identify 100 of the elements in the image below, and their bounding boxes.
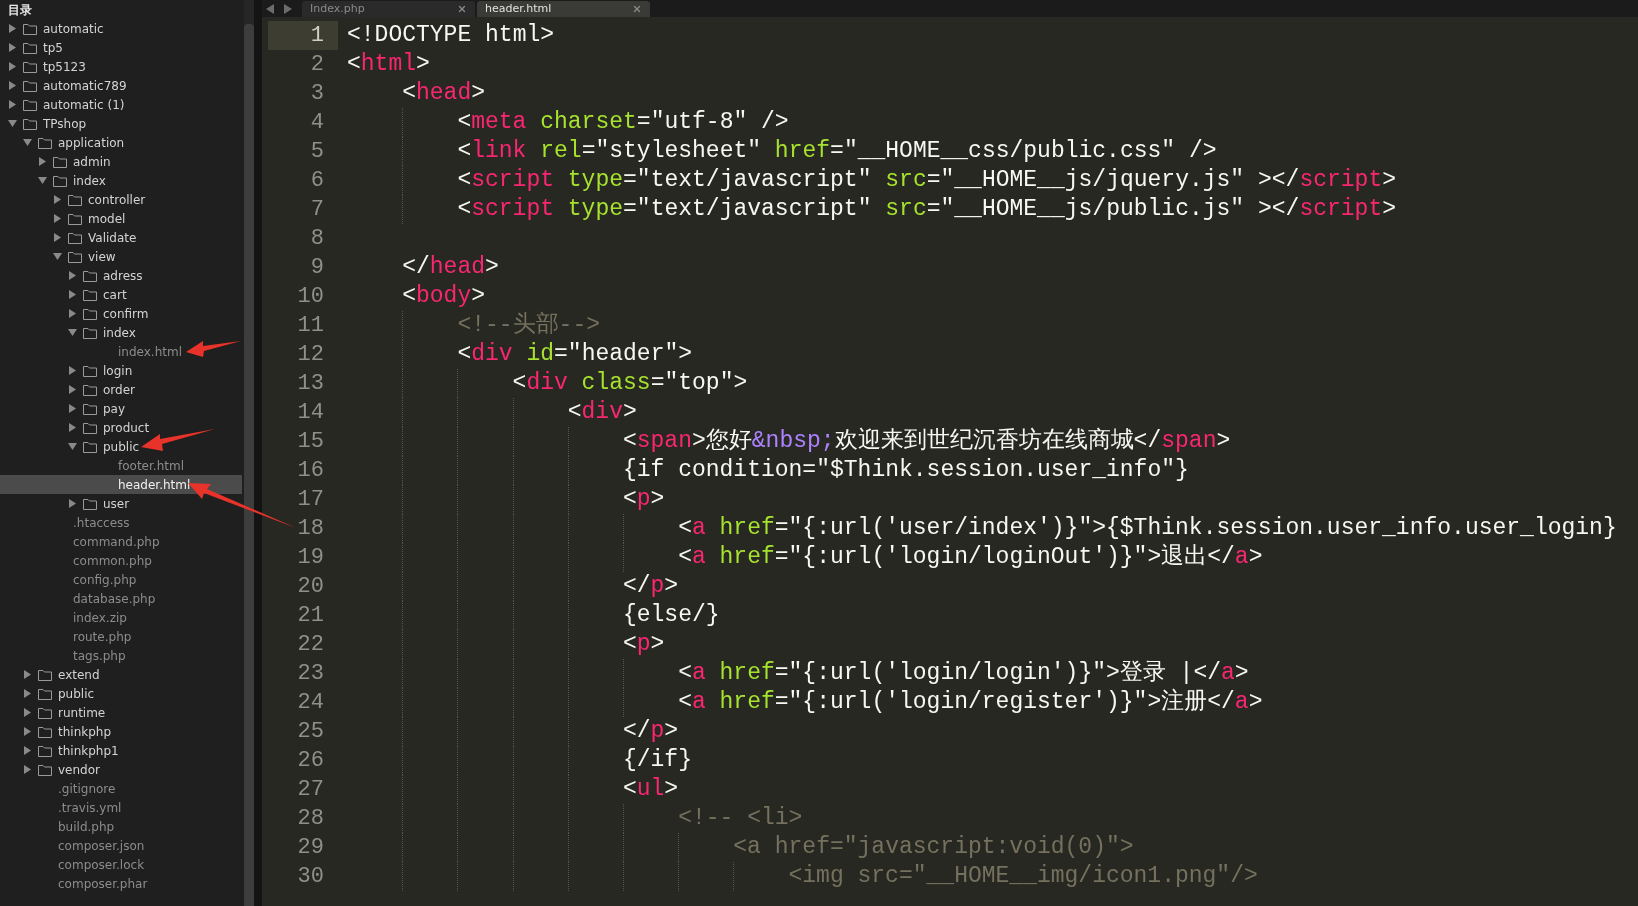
folder-row[interactable]: index	[0, 323, 242, 342]
file-row[interactable]: database.php	[0, 589, 242, 608]
close-icon[interactable]	[457, 4, 467, 14]
file-row[interactable]: header.html	[0, 475, 242, 494]
collapsed-arrow-icon[interactable]	[68, 423, 77, 432]
code-line: <p>	[622, 630, 665, 660]
folder-row[interactable]: user	[0, 494, 242, 513]
file-row[interactable]: .htaccess	[0, 513, 242, 532]
line-number: 8	[309, 225, 325, 253]
collapsed-arrow-icon[interactable]	[68, 290, 77, 299]
folder-row[interactable]: thinkphp1	[0, 741, 242, 760]
collapsed-arrow-icon[interactable]	[38, 157, 47, 166]
line-number: 29	[296, 834, 325, 862]
code-line: </p>	[622, 717, 679, 747]
collapsed-arrow-icon[interactable]	[68, 309, 77, 318]
folder-row[interactable]: Validate	[0, 228, 242, 247]
expanded-arrow-icon[interactable]	[38, 176, 47, 185]
folder-row[interactable]: public	[0, 437, 242, 456]
collapsed-arrow-icon[interactable]	[23, 727, 32, 736]
line-number: 23	[296, 660, 325, 688]
collapsed-arrow-icon[interactable]	[53, 233, 62, 242]
file-row[interactable]: config.php	[0, 570, 242, 589]
code-line: <!-- <li>	[678, 804, 803, 834]
collapsed-arrow-icon[interactable]	[68, 366, 77, 375]
folder-row[interactable]: controller	[0, 190, 242, 209]
file-row[interactable]: common.php	[0, 551, 242, 570]
folder-row[interactable]: model	[0, 209, 242, 228]
file-row[interactable]: build.php	[0, 817, 242, 836]
folder-row[interactable]: public	[0, 684, 242, 703]
file-row[interactable]: composer.phar	[0, 874, 242, 893]
editor-tab[interactable]: header.html	[477, 1, 650, 17]
folder-row[interactable]: login	[0, 361, 242, 380]
collapsed-arrow-icon[interactable]	[23, 689, 32, 698]
folder-row[interactable]: automatic789	[0, 76, 242, 95]
folder-row[interactable]: cart	[0, 285, 242, 304]
expanded-arrow-icon[interactable]	[8, 119, 17, 128]
file-row[interactable]: composer.json	[0, 836, 242, 855]
expanded-arrow-icon[interactable]	[23, 138, 32, 147]
collapsed-arrow-icon[interactable]	[68, 385, 77, 394]
collapsed-arrow-icon[interactable]	[68, 499, 77, 508]
folder-row[interactable]: thinkphp	[0, 722, 242, 741]
file-row[interactable]: .gitignore	[0, 779, 242, 798]
folder-row[interactable]: adress	[0, 266, 242, 285]
file-row[interactable]: .travis.yml	[0, 798, 242, 817]
collapsed-arrow-icon[interactable]	[53, 195, 62, 204]
collapsed-arrow-icon[interactable]	[8, 24, 17, 33]
folder-name: automatic	[43, 20, 104, 38]
folder-row[interactable]: pay	[0, 399, 242, 418]
folder-icon	[38, 744, 52, 757]
file-row[interactable]: tags.php	[0, 646, 242, 665]
folder-row[interactable]: admin	[0, 152, 242, 171]
folder-row[interactable]: tp5123	[0, 57, 242, 76]
collapsed-arrow-icon[interactable]	[8, 100, 17, 109]
folder-name: adress	[103, 267, 143, 285]
folder-icon	[23, 60, 37, 73]
folder-row[interactable]: automatic (1)	[0, 95, 242, 114]
collapsed-arrow-icon[interactable]	[23, 708, 32, 717]
folder-row[interactable]: automatic	[0, 19, 242, 38]
file-row[interactable]: route.php	[0, 627, 242, 646]
file-row[interactable]: command.php	[0, 532, 242, 551]
folder-row[interactable]: view	[0, 247, 242, 266]
folder-row[interactable]: product	[0, 418, 242, 437]
file-row[interactable]: composer.lock	[0, 855, 242, 874]
previous-tab-icon[interactable]	[266, 3, 275, 14]
close-icon[interactable]	[632, 4, 642, 14]
code-line: <meta charset="utf-8" />	[457, 108, 789, 138]
folder-name: login	[103, 362, 133, 380]
code-line: <body>	[402, 282, 486, 312]
collapsed-arrow-icon[interactable]	[23, 746, 32, 755]
next-tab-icon[interactable]	[283, 3, 292, 14]
folder-icon	[38, 725, 52, 738]
folder-row[interactable]: index	[0, 171, 242, 190]
expanded-arrow-icon[interactable]	[68, 328, 77, 337]
folder-row[interactable]: runtime	[0, 703, 242, 722]
folder-row[interactable]: application	[0, 133, 242, 152]
folder-name: tp5123	[43, 58, 86, 76]
collapsed-arrow-icon[interactable]	[53, 214, 62, 223]
expanded-arrow-icon[interactable]	[53, 252, 62, 261]
scrollbar-thumb[interactable]	[244, 24, 254, 906]
folder-row[interactable]: tp5	[0, 38, 242, 57]
folder-row[interactable]: confirm	[0, 304, 242, 323]
expanded-arrow-icon[interactable]	[68, 442, 77, 451]
file-row[interactable]: index.html	[0, 342, 242, 361]
collapsed-arrow-icon[interactable]	[8, 62, 17, 71]
folder-row[interactable]: extend	[0, 665, 242, 684]
collapsed-arrow-icon[interactable]	[23, 670, 32, 679]
line-number: 2	[309, 51, 325, 79]
collapsed-arrow-icon[interactable]	[8, 43, 17, 52]
folder-icon	[83, 326, 97, 339]
file-row[interactable]: footer.html	[0, 456, 242, 475]
editor-tab[interactable]: Index.php	[302, 1, 475, 17]
folder-row[interactable]: vendor	[0, 760, 242, 779]
file-row[interactable]: index.zip	[0, 608, 242, 627]
line-number: 28	[296, 805, 325, 833]
collapsed-arrow-icon[interactable]	[68, 404, 77, 413]
collapsed-arrow-icon[interactable]	[68, 271, 77, 280]
collapsed-arrow-icon[interactable]	[23, 765, 32, 774]
folder-row[interactable]: TPshop	[0, 114, 242, 133]
folder-row[interactable]: order	[0, 380, 242, 399]
collapsed-arrow-icon[interactable]	[8, 81, 17, 90]
